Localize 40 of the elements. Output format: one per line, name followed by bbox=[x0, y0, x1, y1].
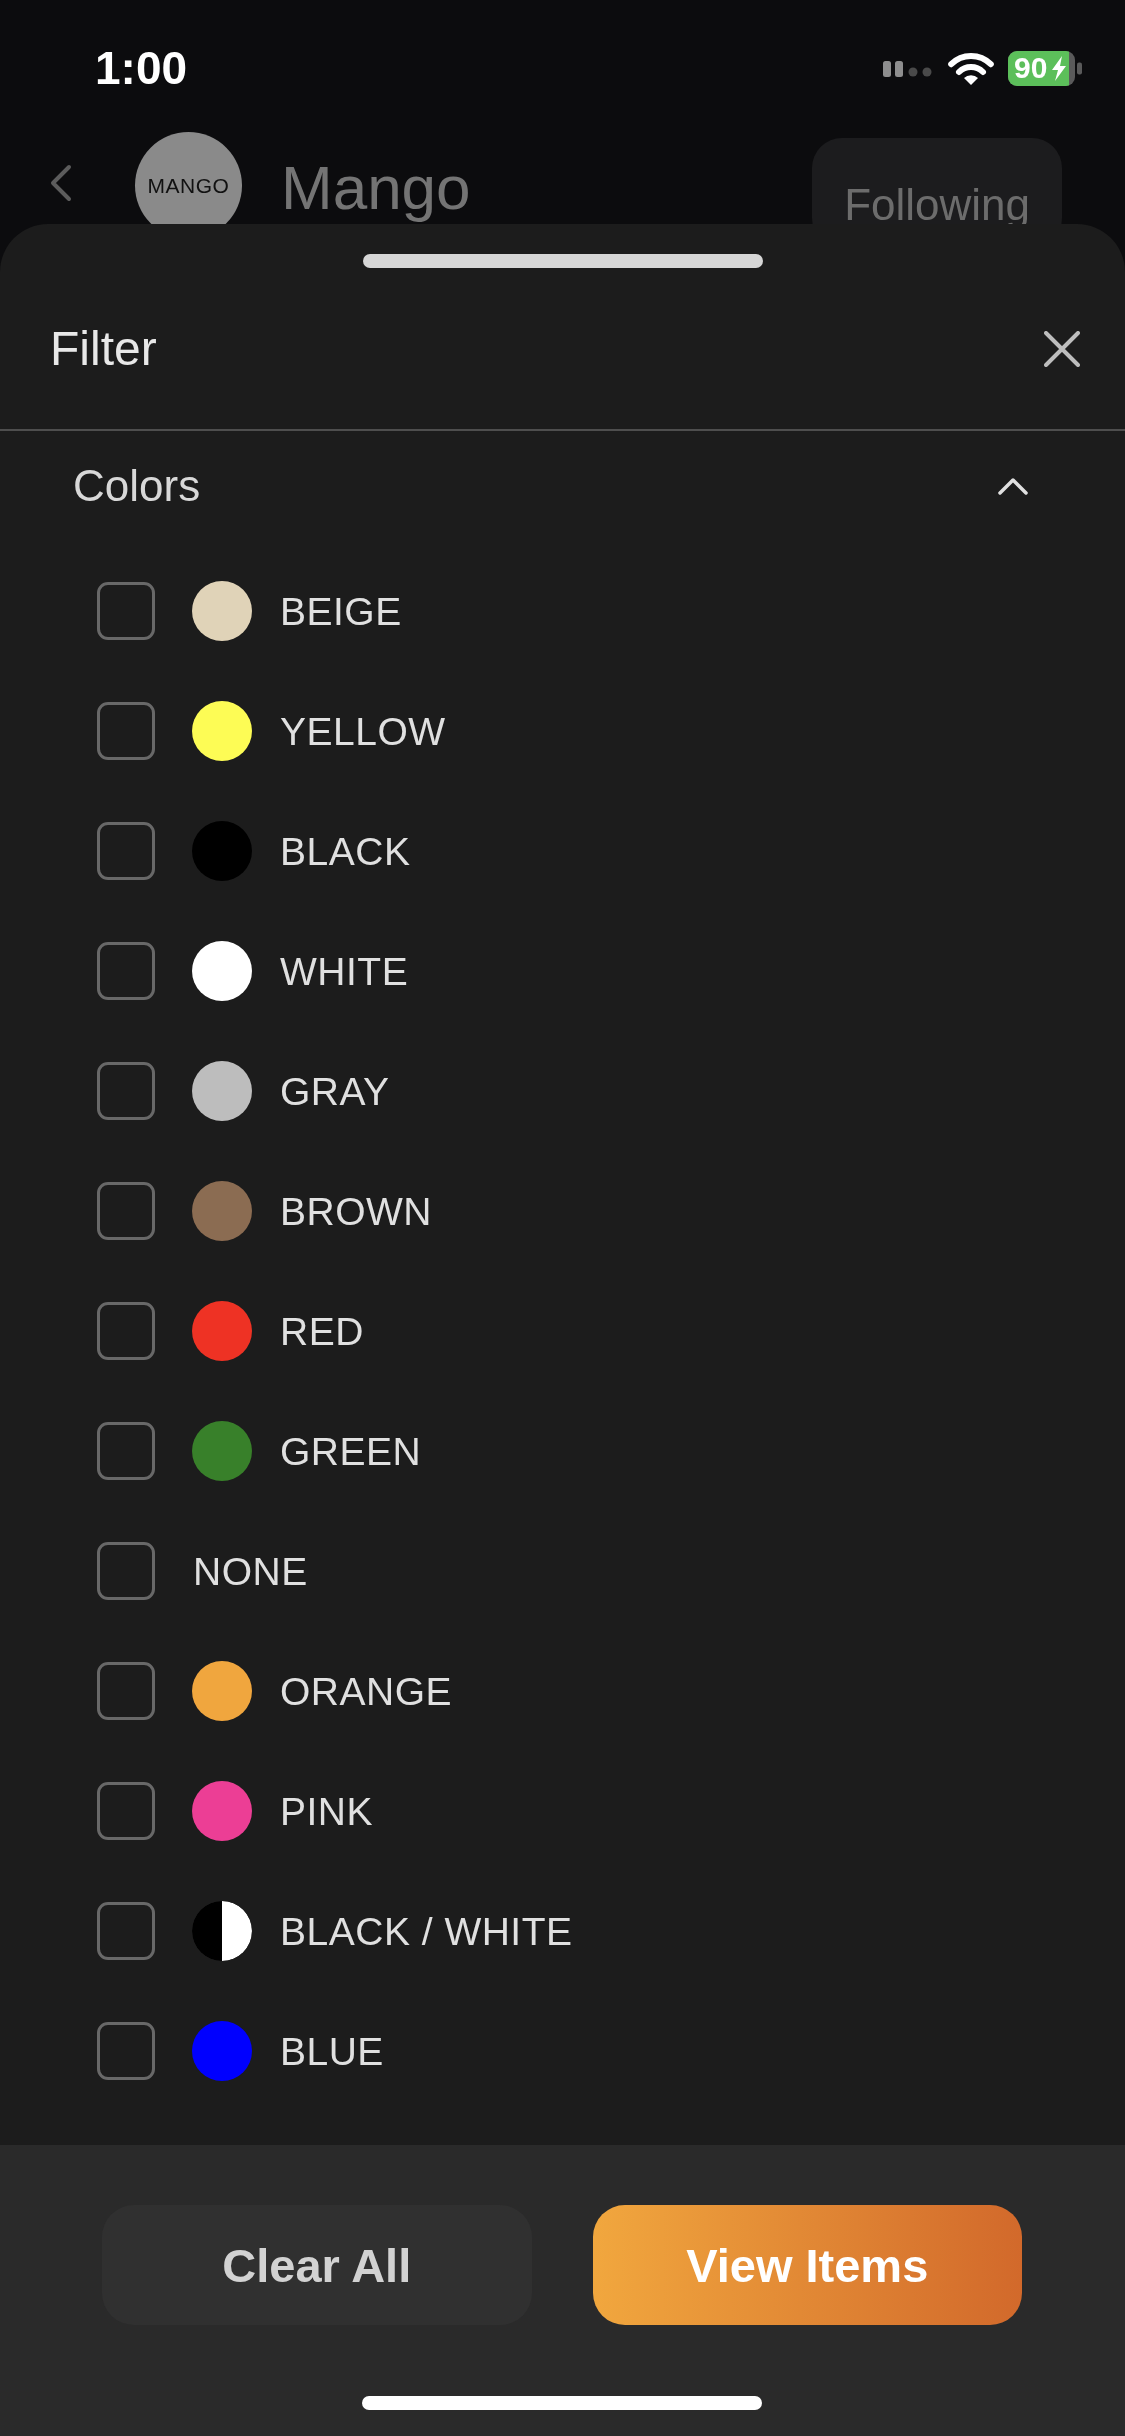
checkbox[interactable] bbox=[97, 1422, 155, 1480]
option-label: BLUE bbox=[280, 2031, 384, 2071]
wifi-icon bbox=[948, 51, 994, 85]
option-label: WHITE bbox=[280, 951, 409, 991]
checkbox[interactable] bbox=[97, 1182, 155, 1240]
battery-percent: 90 bbox=[1014, 53, 1048, 83]
split-color-swatch-icon bbox=[192, 1901, 252, 1961]
option-label: GREEN bbox=[280, 1431, 422, 1471]
option-label: BROWN bbox=[280, 1191, 432, 1231]
clear-all-button[interactable]: Clear All bbox=[102, 2205, 532, 2325]
sheet-title: Filter bbox=[50, 324, 157, 373]
option-label: GRAY bbox=[280, 1071, 390, 1111]
checkbox[interactable] bbox=[97, 942, 155, 1000]
checkbox[interactable] bbox=[97, 582, 155, 640]
section-title[interactable]: Colors bbox=[73, 464, 201, 508]
option-label: BLACK bbox=[280, 831, 411, 871]
battery-icon bbox=[1008, 50, 1082, 86]
logo-text: MANGO bbox=[147, 175, 230, 196]
option-label: RED bbox=[280, 1311, 364, 1351]
back-chevron-icon[interactable] bbox=[49, 164, 73, 202]
close-icon[interactable] bbox=[1044, 330, 1080, 367]
checkbox[interactable] bbox=[97, 1542, 155, 1600]
checkbox[interactable] bbox=[97, 1662, 155, 1720]
checkbox[interactable] bbox=[97, 2022, 155, 2080]
checkbox[interactable] bbox=[97, 1902, 155, 1960]
option-label: BEIGE bbox=[280, 591, 402, 631]
chevron-up-icon[interactable] bbox=[998, 477, 1028, 495]
checkbox[interactable] bbox=[97, 1062, 155, 1120]
option-label: PINK bbox=[280, 1791, 374, 1831]
option-label: BLACK / WHITE bbox=[280, 1911, 573, 1951]
checkbox[interactable] bbox=[97, 822, 155, 880]
option-label: ORANGE bbox=[280, 1671, 453, 1711]
signal-icon bbox=[883, 59, 934, 77]
status-time: 1:00 bbox=[95, 45, 188, 91]
checkbox[interactable] bbox=[97, 1782, 155, 1840]
option-label: NONE bbox=[193, 1551, 308, 1591]
option-label: YELLOW bbox=[280, 711, 446, 751]
checkbox[interactable] bbox=[97, 702, 155, 760]
drag-handle[interactable] bbox=[362, 254, 763, 268]
checkbox[interactable] bbox=[97, 1302, 155, 1360]
